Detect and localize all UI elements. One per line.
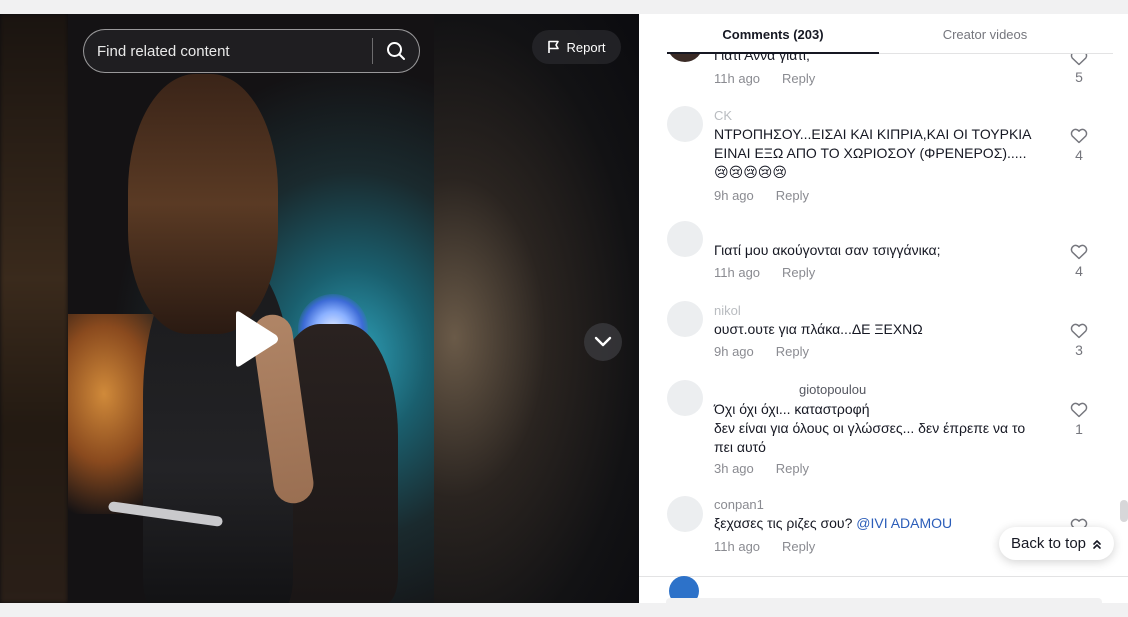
video-blur-right xyxy=(434,14,639,603)
back-to-top-button[interactable]: Back to top xyxy=(999,527,1114,560)
search-bar[interactable] xyxy=(83,29,420,73)
like-count: 1 xyxy=(1075,421,1083,437)
avatar[interactable] xyxy=(667,496,703,532)
avatar[interactable] xyxy=(667,380,703,416)
reply-button[interactable]: Reply xyxy=(782,265,815,280)
comment-meta: 3h ago Reply xyxy=(714,461,809,476)
mention-link[interactable]: @IVI ADAMOU xyxy=(856,515,952,531)
heart-icon xyxy=(1070,323,1088,339)
comment-text: Όχι όχι όχι... καταστροφή δεν είναι για … xyxy=(714,401,1026,455)
like-count: 5 xyxy=(1075,69,1083,85)
avatar[interactable] xyxy=(667,301,703,337)
report-label: Report xyxy=(566,39,606,55)
comment-meta: 11h ago Reply xyxy=(714,71,815,86)
singer-hair xyxy=(128,74,278,334)
avatar[interactable] xyxy=(667,221,703,257)
comment-time: 3h ago xyxy=(714,461,754,476)
chevron-down-icon xyxy=(594,336,612,347)
heart-icon xyxy=(1070,402,1088,418)
comment-time: 11h ago xyxy=(714,71,761,86)
reply-button[interactable]: Reply xyxy=(782,539,815,554)
comment-text-body: ξεχασες τις ριζες σου? xyxy=(714,515,857,531)
panel-divider xyxy=(639,576,1128,577)
double-chevron-up-icon xyxy=(1093,539,1101,549)
heart-icon xyxy=(1070,244,1088,260)
comment-username[interactable]: CK xyxy=(714,108,732,123)
flag-icon xyxy=(548,40,560,53)
comment-username[interactable]: nikol xyxy=(714,303,741,318)
panel-tabs: Comments (203) Creator videos xyxy=(639,14,1128,54)
comment-meta: 11h ago Reply xyxy=(714,539,815,554)
tab-comments[interactable]: Comments (203) xyxy=(667,14,879,54)
comment-username[interactable]: conpan1 xyxy=(714,497,764,512)
play-button[interactable] xyxy=(226,308,282,370)
comment-text: Γιατί μου ακούγονται σαν τσιγγάνικα; xyxy=(714,242,941,258)
like-button[interactable]: 5 xyxy=(1067,50,1091,85)
bottom-strip xyxy=(0,603,1128,617)
comment-meta: 9h ago Reply xyxy=(714,188,809,203)
like-button[interactable]: 4 xyxy=(1067,244,1091,279)
active-tab-indicator xyxy=(667,52,879,54)
like-button[interactable]: 4 xyxy=(1067,128,1091,163)
search-icon xyxy=(387,42,405,60)
scrollbar-thumb[interactable] xyxy=(1120,500,1128,522)
search-input[interactable] xyxy=(84,30,372,72)
report-button[interactable]: Report xyxy=(532,30,621,64)
heart-icon xyxy=(1070,128,1088,144)
play-icon xyxy=(236,311,278,367)
search-button[interactable] xyxy=(373,30,419,72)
comment-meta: 9h ago Reply xyxy=(714,344,809,359)
like-button[interactable]: 3 xyxy=(1067,323,1091,358)
like-count: 4 xyxy=(1075,263,1083,279)
like-count: 4 xyxy=(1075,147,1083,163)
tab-creator-videos[interactable]: Creator videos xyxy=(879,14,1091,54)
comment-text: ξεχασες τις ριζες σου? @IVI ADAMOU xyxy=(714,514,1054,533)
comment-text: ΝΤΡΟΠΗΣΟΥ...ΕΙΣΑΙ ΚΑΙ ΚΙΠΡΙΑ,ΚΑΙ ΟΙ ΤΟΥΡ… xyxy=(714,126,1032,180)
like-count: 3 xyxy=(1075,342,1083,358)
reply-button[interactable]: Reply xyxy=(776,461,809,476)
comment-meta: 11h ago Reply xyxy=(714,265,815,280)
like-button[interactable]: 1 xyxy=(1067,402,1091,437)
video-player[interactable]: Report xyxy=(0,14,639,603)
video-blur-left xyxy=(0,14,68,603)
reply-button[interactable]: Reply xyxy=(776,188,809,203)
comment-time: 11h ago xyxy=(714,539,761,554)
comments-panel[interactable]: Γιατί Άννα γιατί; 11h ago Reply 5 CK ΝΤΡ… xyxy=(639,14,1128,603)
comment-text: ουστ.ουτε για πλάκα...ΔΕ ΞΕΧΝΩ xyxy=(714,321,923,337)
reply-button[interactable]: Reply xyxy=(776,344,809,359)
comment-time: 11h ago xyxy=(714,265,761,280)
reply-button[interactable]: Reply xyxy=(782,71,815,86)
comment-time: 9h ago xyxy=(714,344,754,359)
top-strip xyxy=(0,0,1128,14)
avatar[interactable] xyxy=(667,106,703,142)
back-to-top-label: Back to top xyxy=(1010,535,1087,552)
comment-time: 9h ago xyxy=(714,188,754,203)
next-video-button[interactable] xyxy=(584,323,622,361)
comment-username[interactable]: giotopoulou xyxy=(799,382,866,397)
